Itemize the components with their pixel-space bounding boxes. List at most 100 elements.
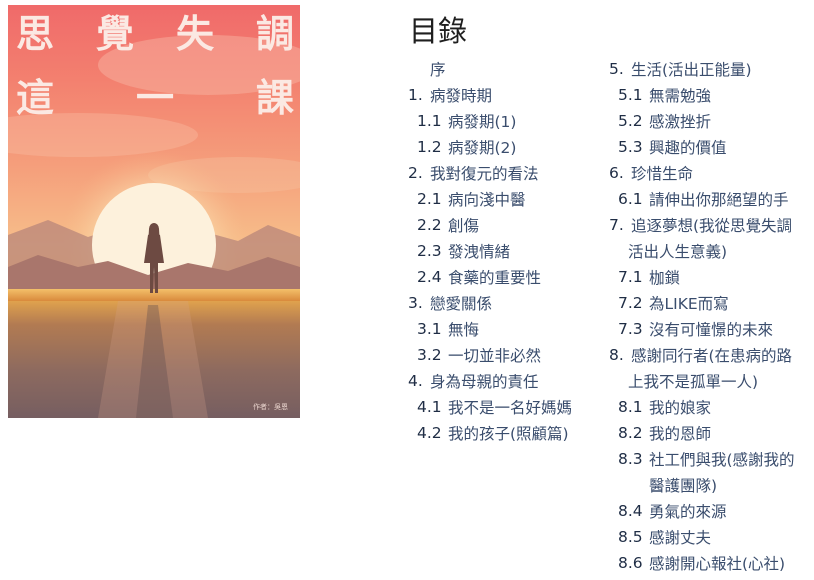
toc-section[interactable]: 2.3 發洩情緒 — [405, 238, 600, 264]
toc-item-number: 2.4 — [417, 268, 442, 286]
toc-item-label: 我對復元的看法 — [430, 165, 539, 183]
toc-item-label: 為LIKE而寫 — [649, 295, 729, 313]
toc-section[interactable]: 7.2 為LIKE而寫 — [606, 290, 810, 316]
toc-item-label: 無悔 — [448, 321, 480, 339]
toc-section[interactable]: 7.3 沒有可憧憬的未來 — [606, 316, 810, 342]
toc-section-continuation[interactable]: 醫護團隊) — [606, 472, 810, 498]
toc-chapter[interactable]: 5. 生活(活出正能量) — [606, 56, 810, 82]
toc-section[interactable]: 5.2 感激挫折 — [606, 108, 810, 134]
toc-item-number: 8.4 — [618, 502, 643, 520]
toc-chapter-continuation[interactable]: 上我不是孤單一人) — [606, 368, 810, 394]
toc-item-label: 創傷 — [448, 217, 480, 235]
toc-item-label: 感謝同行者(在患病的路 — [631, 347, 793, 365]
toc-item-number: 8.5 — [618, 528, 643, 546]
toc-item-number: 8.6 — [618, 554, 643, 572]
toc-item-number: 6.1 — [618, 190, 643, 208]
toc-item-label: 請伸出你那絕望的手 — [649, 191, 789, 209]
toc-chapter[interactable]: 2. 我對復元的看法 — [405, 160, 600, 186]
toc-item-number: 7.2 — [618, 294, 643, 312]
toc-item-number: 7. — [609, 216, 624, 234]
toc-section[interactable]: 8.2 我的恩師 — [606, 420, 810, 446]
cover-title-char: 一 — [135, 75, 174, 120]
toc-item-label: 珍惜生命 — [631, 165, 694, 183]
toc-item-label: 食藥的重要性 — [448, 269, 542, 287]
cover-illustration — [8, 35, 300, 418]
toc-chapter-continuation[interactable]: 活出人生意義) — [606, 238, 810, 264]
toc-chapter[interactable]: 8. 感謝同行者(在患病的路 — [606, 342, 810, 368]
toc-section[interactable]: 8.1 我的娘家 — [606, 394, 810, 420]
toc-item-number: 4.1 — [417, 398, 442, 416]
toc-item-number: 1.1 — [417, 112, 442, 130]
toc-section[interactable]: 1.2 病發期(2) — [405, 134, 600, 160]
toc-item-label: 生活(活出正能量) — [631, 61, 752, 79]
book-cover-image[interactable]: 思 覺 失 調 這 一 課 作者：吳恩 — [8, 5, 300, 418]
toc-item-label: 無需勉強 — [649, 87, 712, 105]
toc-item-preface[interactable]: 序 — [405, 56, 600, 82]
toc-item-number: 7.1 — [618, 268, 643, 286]
toc-item-label: 我的孩子(照顧篇) — [448, 425, 569, 443]
toc-section[interactable]: 3.1 無悔 — [405, 316, 600, 342]
toc-item-label: 我的恩師 — [649, 425, 712, 443]
toc-item-label: 上我不是孤單一人) — [628, 373, 759, 391]
toc-item-number: 8. — [609, 346, 624, 364]
toc-item-number: 6. — [609, 164, 624, 182]
toc-section[interactable]: 8.6 感謝開心報社(心社) — [606, 550, 810, 576]
toc-item-number: 7.3 — [618, 320, 643, 338]
toc-item-label: 一切並非必然 — [448, 347, 542, 365]
cover-title-char: 這 — [16, 75, 55, 120]
toc-item-label: 興趣的價值 — [649, 139, 727, 157]
cover-title-char: 課 — [255, 75, 294, 120]
toc-chapter[interactable]: 4. 身為母親的責任 — [405, 368, 600, 394]
toc-section[interactable]: 8.4 勇氣的來源 — [606, 498, 810, 524]
toc-section[interactable]: 2.4 食藥的重要性 — [405, 264, 600, 290]
toc-item-label: 序 — [430, 61, 446, 79]
toc-item-number: 3.1 — [417, 320, 442, 338]
toc-chapter[interactable]: 3. 戀愛關係 — [405, 290, 600, 316]
cover-title-line-1: 思 覺 失 調 — [16, 15, 294, 53]
toc-item-number: 4. — [408, 372, 423, 390]
toc-left-column: 序 1. 病發時期 1.1 病發期(1) 1.2 病發期(2) 2. 我對復元的… — [405, 56, 600, 446]
toc-section[interactable]: 3.2 一切並非必然 — [405, 342, 600, 368]
toc-section[interactable]: 8.3 社工們與我(感謝我的 — [606, 446, 810, 472]
toc-section[interactable]: 5.3 興趣的價值 — [606, 134, 810, 160]
toc-section[interactable]: 4.1 我不是一名好媽媽 — [405, 394, 600, 420]
toc-item-number: 5.3 — [618, 138, 643, 156]
toc-chapter[interactable]: 7. 追逐夢想(我從思覺失調 — [606, 212, 810, 238]
toc-section[interactable]: 8.5 感謝丈夫 — [606, 524, 810, 550]
toc-item-number: 8.1 — [618, 398, 643, 416]
toc-item-label: 感謝丈夫 — [649, 529, 712, 547]
toc-item-number: 5. — [609, 60, 624, 78]
toc-right-column: 5. 生活(活出正能量) 5.1 無需勉強 5.2 感激挫折 5.3 興趣的價值… — [606, 56, 810, 576]
toc-item-label: 發洩情緒 — [448, 243, 511, 261]
cover-title-char: 覺 — [95, 11, 134, 56]
toc-section[interactable]: 7.1 枷鎖 — [606, 264, 810, 290]
toc-item-number: 1. — [408, 86, 423, 104]
toc-section[interactable]: 5.1 無需勉強 — [606, 82, 810, 108]
toc-section[interactable]: 4.2 我的孩子(照顧篇) — [405, 420, 600, 446]
toc-chapter[interactable]: 6. 珍惜生命 — [606, 160, 810, 186]
toc-chapter[interactable]: 1. 病發時期 — [405, 82, 600, 108]
toc-section[interactable]: 6.1 請伸出你那絕望的手 — [606, 186, 810, 212]
cover-title-char: 失 — [175, 11, 214, 56]
toc-item-label: 感激挫折 — [649, 113, 712, 131]
toc-item-label: 我的娘家 — [649, 399, 712, 417]
toc-item-number: 2.1 — [417, 190, 442, 208]
toc-item-label: 我不是一名好媽媽 — [448, 399, 573, 417]
toc-section[interactable]: 2.2 創傷 — [405, 212, 600, 238]
toc-item-number: 2.2 — [417, 216, 442, 234]
toc-item-number: 3.2 — [417, 346, 442, 364]
toc-item-label: 醫護團隊) — [649, 477, 718, 495]
toc-item-number: 8.3 — [618, 450, 643, 468]
toc-section[interactable]: 2.1 病向淺中醫 — [405, 186, 600, 212]
toc-item-number: 3. — [408, 294, 423, 312]
toc-item-label: 活出人生意義) — [628, 243, 728, 261]
cover-title-char: 調 — [255, 11, 294, 56]
toc-item-label: 病發期(1) — [448, 113, 517, 131]
toc-item-label: 病向淺中醫 — [448, 191, 526, 209]
toc-item-label: 沒有可憧憬的未來 — [649, 321, 774, 339]
toc-item-number: 2. — [408, 164, 423, 182]
page: 思 覺 失 調 這 一 課 作者：吳恩 目錄 序 1. 病發時期 1.1 病發期… — [0, 0, 814, 580]
toc-section[interactable]: 1.1 病發期(1) — [405, 108, 600, 134]
horizon — [8, 289, 300, 301]
toc-item-number: 4.2 — [417, 424, 442, 442]
